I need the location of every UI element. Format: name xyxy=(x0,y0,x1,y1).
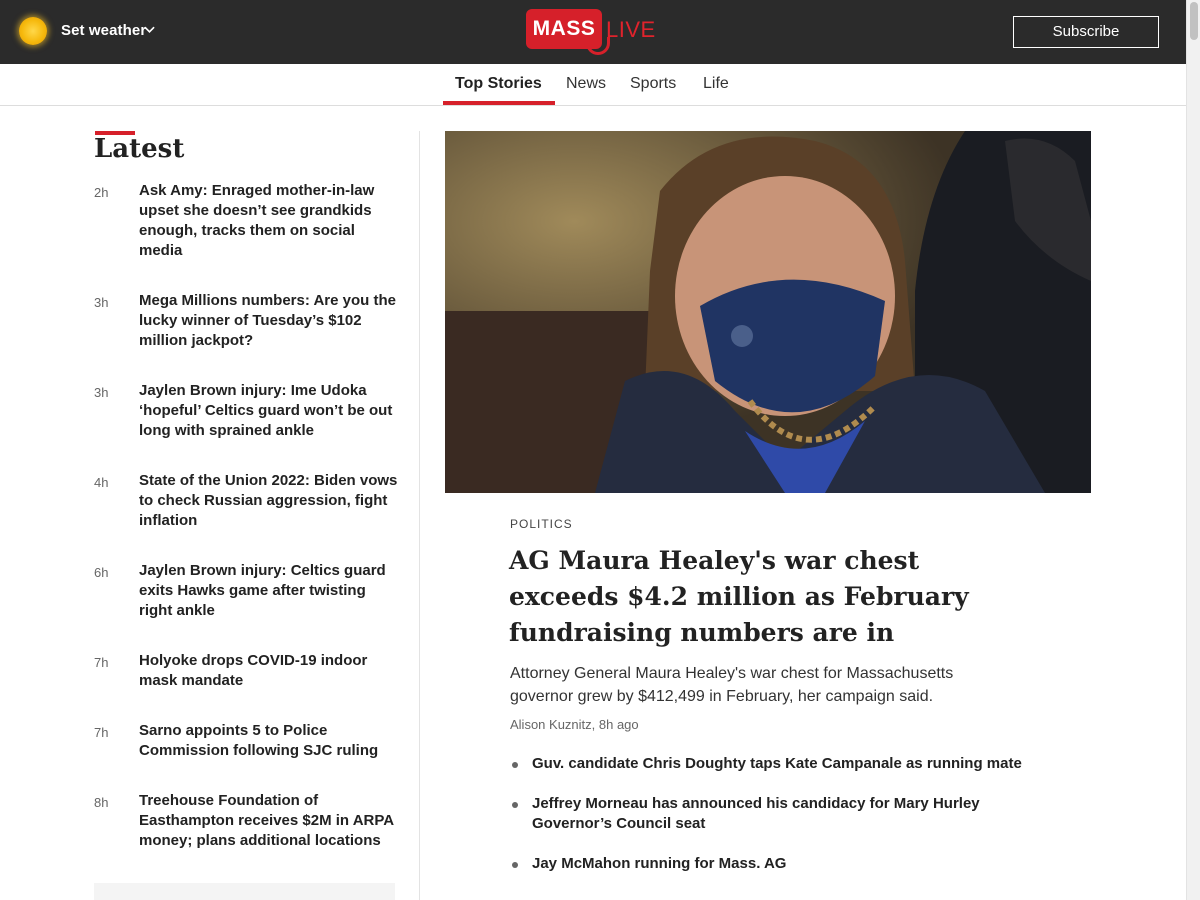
latest-item-time: 3h xyxy=(94,295,109,310)
latest-item-time: 4h xyxy=(94,475,109,490)
scrollbar[interactable] xyxy=(1186,0,1200,900)
subscribe-button[interactable]: Subscribe xyxy=(1013,16,1159,48)
latest-item-link[interactable]: State of the Union 2022: Biden vows to c… xyxy=(139,471,399,531)
latest-item-link[interactable]: Sarno appoints 5 to Police Commission fo… xyxy=(139,721,399,761)
latest-item-link[interactable]: Mega Millions numbers: Are you the lucky… xyxy=(139,291,399,351)
top-bar: Set weather MASS LIVE Subscribe xyxy=(0,0,1186,64)
latest-item-time: 8h xyxy=(94,795,109,810)
latest-item-link[interactable]: Ask Amy: Enraged mother-in-law upset she… xyxy=(139,181,399,261)
latest-item[interactable]: 6h Jaylen Brown injury: Celtics guard ex… xyxy=(94,561,399,621)
tab-sports[interactable]: Sports xyxy=(630,75,676,93)
lead-story-summary: Attorney General Maura Healey's war ches… xyxy=(510,665,954,705)
latest-item-time: 7h xyxy=(94,725,109,740)
latest-list: 2h Ask Amy: Enraged mother-in-law upset … xyxy=(94,181,399,881)
latest-item-time: 3h xyxy=(94,385,109,400)
lead-story-photo[interactable] xyxy=(445,131,1091,493)
related-stories-list: Guv. candidate Chris Doughty taps Kate C… xyxy=(510,754,1030,894)
tab-life[interactable]: Life xyxy=(703,75,729,93)
active-tab-indicator xyxy=(443,101,555,105)
latest-item[interactable]: 3h Jaylen Brown injury: Ime Udoka ‘hopef… xyxy=(94,381,399,441)
related-story[interactable]: Jay McMahon running for Mass. AG xyxy=(510,854,1030,874)
bullet-dot xyxy=(510,754,532,774)
bullet-dot xyxy=(510,794,532,834)
masslive-logo[interactable]: MASS LIVE xyxy=(526,9,656,55)
latest-item[interactable]: 7h Holyoke drops COVID-19 indoor mask ma… xyxy=(94,651,399,691)
latest-item-time: 6h xyxy=(94,565,109,580)
latest-item[interactable]: 2h Ask Amy: Enraged mother-in-law upset … xyxy=(94,181,399,261)
related-story[interactable]: Jeffrey Morneau has announced his candid… xyxy=(510,794,1030,834)
tab-top-stories[interactable]: Top Stories xyxy=(455,75,542,93)
latest-item-link[interactable]: Holyoke drops COVID-19 indoor mask manda… xyxy=(139,651,399,691)
section-nav: Top Stories News Sports Life xyxy=(0,64,1186,106)
tab-news[interactable]: News xyxy=(566,75,606,93)
latest-heading: Latest xyxy=(94,134,185,164)
story-section-kicker[interactable]: POLITICS xyxy=(510,517,573,531)
column-divider xyxy=(419,131,420,900)
latest-more-box xyxy=(94,883,395,900)
related-story[interactable]: Guv. candidate Chris Doughty taps Kate C… xyxy=(510,754,1030,774)
logo-live-text: LIVE xyxy=(606,17,656,42)
latest-item[interactable]: 7h Sarno appoints 5 to Police Commission… xyxy=(94,721,399,761)
chevron-down-icon[interactable] xyxy=(144,24,155,35)
latest-item-link[interactable]: Jaylen Brown injury: Celtics guard exits… xyxy=(139,561,399,621)
latest-item-time: 7h xyxy=(94,655,109,670)
latest-item[interactable]: 3h Mega Millions numbers: Are you the lu… xyxy=(94,291,399,351)
latest-item[interactable]: 4h State of the Union 2022: Biden vows t… xyxy=(94,471,399,531)
related-story-link[interactable]: Jeffrey Morneau has announced his candid… xyxy=(532,794,1030,834)
sun-weather-icon[interactable] xyxy=(19,17,47,45)
photo-illustration xyxy=(445,131,1091,493)
latest-item-link[interactable]: Treehouse Foundation of Easthampton rece… xyxy=(139,791,399,851)
latest-item[interactable]: 8h Treehouse Foundation of Easthampton r… xyxy=(94,791,399,851)
bullet-dot xyxy=(510,854,532,874)
related-story-link[interactable]: Jay McMahon running for Mass. AG xyxy=(532,854,786,874)
latest-item-link[interactable]: Jaylen Brown injury: Ime Udoka ‘hopeful’… xyxy=(139,381,399,441)
latest-item-time: 2h xyxy=(94,185,109,200)
lead-story-headline[interactable]: AG Maura Healey's war chest exceeds $4.2… xyxy=(509,543,1009,651)
set-weather-button[interactable]: Set weather xyxy=(61,22,146,39)
scrollbar-thumb[interactable] xyxy=(1190,2,1198,40)
related-story-link[interactable]: Guv. candidate Chris Doughty taps Kate C… xyxy=(532,754,1022,774)
lead-story-byline: Alison Kuznitz, 8h ago xyxy=(510,717,639,732)
